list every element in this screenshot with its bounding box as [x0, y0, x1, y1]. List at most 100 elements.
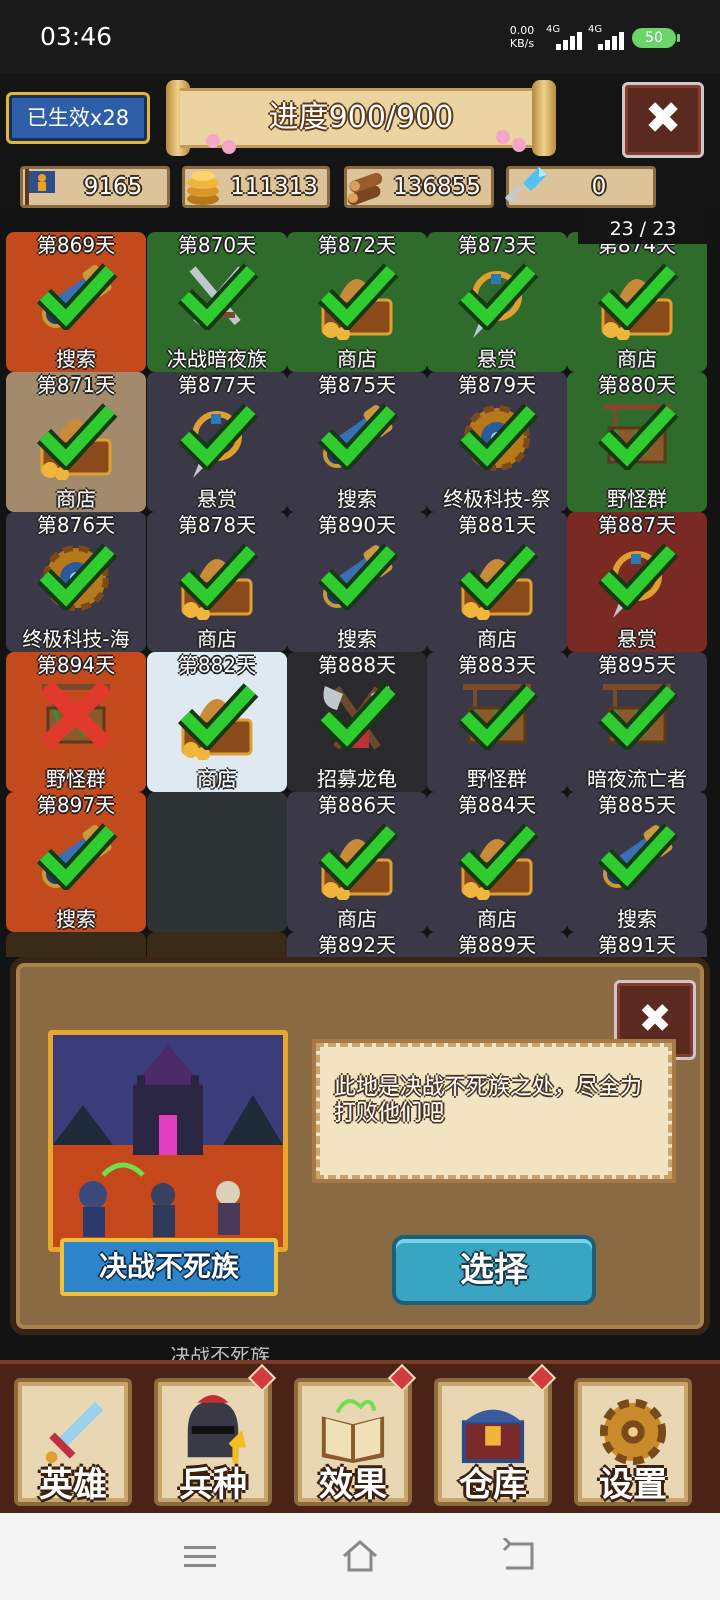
undead-castle-illustration — [53, 1035, 283, 1247]
check-icon — [177, 543, 259, 610]
event-tile[interactable]: 第886天 商店 — [287, 792, 427, 932]
resource-value: 0 — [591, 174, 607, 200]
check-icon — [36, 543, 118, 610]
event-tile[interactable]: 第887天 悬赏 — [567, 512, 707, 652]
page-indicator: 23 / 23 — [578, 214, 708, 244]
check-icon — [597, 543, 679, 610]
check-icon — [317, 683, 399, 750]
event-tile[interactable]: 第881天 商店 — [427, 512, 567, 652]
status-bar: 03:46 0.00 KB/s 4G 4G 50 — [0, 0, 720, 74]
home-icon[interactable] — [340, 1538, 380, 1574]
event-tile[interactable]: 第891天 — [567, 932, 707, 957]
nav-button[interactable]: 英雄 — [14, 1378, 132, 1506]
event-tile[interactable]: 第894天野怪群 — [6, 652, 146, 792]
tile-day: 第880天 — [597, 373, 677, 397]
event-tile[interactable]: 第874天 商店 — [567, 232, 707, 372]
tile-name: 暗夜流亡者 — [587, 767, 687, 791]
event-tile[interactable]: 第883天野怪群 — [427, 652, 567, 792]
crystal-key-icon — [505, 167, 547, 203]
tile-day: 第883天 — [457, 653, 537, 677]
event-tile[interactable]: 第895天暗夜流亡者 — [567, 652, 707, 792]
event-tile[interactable]: 第877天 悬赏 — [147, 372, 287, 512]
tile-name: 野怪群 — [467, 767, 527, 791]
clock: 03:46 — [40, 22, 113, 51]
nav-button[interactable]: 效果 — [294, 1378, 412, 1506]
tile-day: 第890天 — [317, 513, 397, 537]
resource-wood: 136855 — [344, 166, 494, 208]
dialog-behind-label: 决战不死族 — [170, 1347, 270, 1361]
event-tile[interactable]: 第872天 商店 — [287, 232, 427, 372]
event-tile[interactable]: 第871天 商店 — [6, 372, 146, 512]
event-tile[interactable]: 第878天 商店 — [147, 512, 287, 652]
tile-name: 决战暗夜族 — [167, 347, 267, 371]
event-tile[interactable]: 第897天 搜索 — [6, 792, 146, 932]
event-tile[interactable] — [147, 932, 287, 957]
check-icon — [177, 403, 259, 470]
event-tile[interactable]: 第873天 悬赏 — [427, 232, 567, 372]
tile-name: 商店 — [617, 347, 657, 371]
event-tile[interactable]: 第890天 搜索 — [287, 512, 427, 652]
tile-day: 第894天 — [36, 653, 116, 677]
tile-day: 第877天 — [177, 373, 257, 397]
nav-button[interactable]: 仓库 — [434, 1378, 552, 1506]
select-button[interactable]: 选择 — [392, 1235, 596, 1305]
nav-button[interactable]: 设置 — [574, 1378, 692, 1506]
network-speed-value: 0.00 — [509, 24, 535, 37]
event-tile[interactable]: 第884天 商店 — [427, 792, 567, 932]
check-icon — [457, 263, 539, 330]
resource-value: 111313 — [230, 174, 318, 200]
event-tile[interactable]: 第879天 终极科技-祭 — [427, 372, 567, 512]
tile-name: 野怪群 — [46, 767, 106, 791]
tile-day: 第875天 — [317, 373, 397, 397]
back-icon[interactable] — [500, 1538, 540, 1574]
nav-button[interactable]: 兵种 — [154, 1378, 272, 1506]
close-button[interactable]: ✖ — [622, 82, 704, 158]
progress-scroll: 进度900/900 — [166, 80, 556, 156]
event-tile[interactable]: 第888天招募龙龟 — [287, 652, 427, 792]
tile-day: 第882天 — [177, 653, 257, 677]
tile-day: 第876天 — [36, 513, 116, 537]
menu-icon[interactable] — [180, 1538, 220, 1574]
resource-value: 136855 — [393, 174, 481, 200]
event-tile[interactable]: 第882天 商店 — [147, 652, 287, 792]
event-image — [48, 1030, 288, 1252]
battery-icon: 50 — [632, 28, 676, 48]
tile-day: 第892天 — [317, 933, 397, 957]
tile-day: 第888天 — [317, 653, 397, 677]
resource-crystal: 0 — [505, 166, 656, 208]
tile-day: 第869天 — [36, 233, 116, 257]
event-tile[interactable] — [6, 932, 146, 957]
network-speed: 0.00 KB/s — [500, 24, 544, 50]
event-tile[interactable]: 第876天终极科技-海 — [6, 512, 146, 652]
tile-name: 搜索 — [337, 487, 377, 511]
tile-name: 野怪群 — [607, 487, 667, 511]
tile-day: 第870天 — [177, 233, 257, 257]
nav-label: 兵种 — [179, 1465, 247, 1505]
tile-name: 终极科技-海 — [22, 627, 130, 651]
tile-day: 第885天 — [597, 793, 677, 817]
tile-day: 第871天 — [36, 373, 116, 397]
event-tile[interactable]: 第892天 — [287, 932, 427, 957]
event-tile[interactable]: 第889天 — [427, 932, 567, 957]
check-icon — [597, 263, 679, 330]
nav-label: 英雄 — [39, 1465, 107, 1505]
tile-day: 第887天 — [597, 513, 677, 537]
event-tile[interactable]: 第870天决战暗夜族 — [147, 232, 287, 372]
event-tile[interactable] — [147, 792, 287, 932]
check-icon — [457, 403, 539, 470]
nav-label: 设置 — [599, 1465, 667, 1505]
flag-person-icon — [25, 169, 55, 205]
buff-badge[interactable]: 已生效x28 — [6, 92, 150, 144]
event-description: 此地是决战不死族之处，尽全力打败他们吧 — [312, 1039, 676, 1183]
event-tile[interactable]: 第875天搜索 — [287, 372, 427, 512]
tile-name: 悬赏 — [477, 347, 517, 371]
event-tile[interactable]: 第885天 搜索 — [567, 792, 707, 932]
tile-name: 商店 — [197, 627, 237, 651]
progress-text: 进度900/900 — [268, 100, 454, 135]
check-icon — [597, 823, 679, 890]
tile-day: 第872天 — [317, 233, 397, 257]
event-tile[interactable]: 第869天 搜索 — [6, 232, 146, 372]
tile-day: 第895天 — [597, 653, 677, 677]
event-tile[interactable]: 第880天野怪群 — [567, 372, 707, 512]
tile-name: 招募龙龟 — [317, 767, 397, 791]
